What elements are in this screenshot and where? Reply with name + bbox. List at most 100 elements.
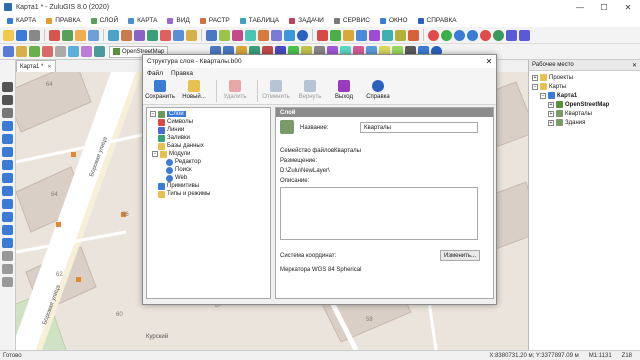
expand-icon[interactable]: + [548,119,554,126]
node-modules[interactable]: − Модули [150,150,270,158]
info-tool-icon[interactable] [2,186,13,196]
tab-map1[interactable]: Карта1 * ✕ [16,60,56,72]
paste-icon[interactable] [75,29,86,41]
new-button[interactable]: Новый... [179,80,209,100]
magnify-plus-icon[interactable] [2,147,13,157]
label-icon[interactable] [186,29,197,41]
change-crs-button[interactable]: Изменить... [440,250,480,261]
node-lines[interactable]: Линии [150,126,270,134]
pause-icon[interactable] [454,29,465,41]
filter-icon[interactable] [42,46,53,57]
cut-icon[interactable] [49,29,60,41]
open-icon[interactable] [3,29,14,41]
refresh-icon[interactable] [493,29,504,41]
tool-h-icon[interactable] [408,29,419,41]
node-symbols[interactable]: Символы [150,118,270,126]
delete-button[interactable]: Удалить [220,80,250,100]
collapse-icon[interactable]: − [540,92,546,99]
redo-button[interactable]: Вернуть [295,80,325,100]
dialog-close-button[interactable]: ✕ [482,57,496,66]
gps-icon[interactable] [284,29,295,41]
rect-select-icon[interactable] [2,108,13,118]
copy-icon[interactable] [62,29,73,41]
menu-window[interactable]: ОКНО [375,17,413,24]
node-editor[interactable]: Редактор [150,158,270,166]
visibility-icon[interactable] [68,46,79,57]
network-icon[interactable] [206,29,217,41]
search-tool-icon[interactable] [2,199,13,209]
exit-button[interactable]: Выход [329,80,359,100]
node-search[interactable]: Поиск [150,166,270,174]
tree-map1[interactable]: − Карта1 [532,91,640,100]
dialog-menu-edit[interactable]: Правка [171,70,193,77]
tree-projects[interactable]: + Проекты [532,73,640,82]
help-icon[interactable] [297,29,308,41]
help-button[interactable]: Справка [363,80,393,100]
node-icon[interactable] [2,134,13,144]
layer-select-icon[interactable] [2,121,13,131]
raster-icon[interactable] [121,29,132,41]
node-databases[interactable]: Базы данных [150,142,270,150]
tree-maps[interactable]: − Карты [532,82,640,91]
select-icon[interactable] [2,95,13,105]
layers-icon[interactable] [108,29,119,41]
close-button[interactable]: ✕ [616,0,640,14]
tool-c-icon[interactable] [343,29,354,41]
tool-d-icon[interactable] [356,29,367,41]
menu-raster[interactable]: РАСТР [195,17,235,24]
collapse-icon[interactable]: − [150,111,156,117]
select-layer-icon[interactable] [29,46,40,57]
arrow-left-icon[interactable] [519,29,530,41]
menu-file[interactable]: КАРТА [2,17,41,24]
magnify-minus-icon[interactable] [2,160,13,170]
pointer-icon[interactable] [2,82,13,92]
maximize-button[interactable]: ☐ [592,0,616,14]
tool-a-icon[interactable] [317,29,328,41]
table-icon[interactable] [134,29,145,41]
minimize-button[interactable]: — [568,0,592,14]
stop-red-icon[interactable] [480,29,491,41]
node-types[interactable]: Типы и режимы [150,190,270,198]
snap-icon[interactable] [16,46,27,57]
collapse-icon[interactable]: − [152,151,158,157]
tool-e-icon[interactable] [369,29,380,41]
arrow-right-icon[interactable] [506,29,517,41]
menu-help[interactable]: СПРАВКА [413,17,462,24]
zoom-window-icon[interactable] [2,173,13,183]
tab-close-icon[interactable]: ✕ [47,64,51,70]
tree-osm[interactable]: + OpenStreetMap [532,100,640,109]
query-icon[interactable] [147,29,158,41]
dialog-menu-file[interactable]: Файл [147,70,163,77]
calc-icon[interactable] [219,29,230,41]
globe-icon[interactable] [2,225,13,235]
description-textarea[interactable] [280,187,478,240]
tool-g-icon[interactable] [395,29,406,41]
undo-button[interactable]: Отменить [261,80,291,100]
menu-view[interactable]: ВИД [162,17,194,24]
tool-b-icon[interactable] [330,29,341,41]
record-icon[interactable] [428,29,439,41]
menu-service[interactable]: СЕРВИС [329,17,375,24]
order-icon[interactable] [94,46,105,57]
save-button[interactable]: Сохранить [145,80,175,100]
node-fills[interactable]: Заливки [150,134,270,142]
ruler-icon[interactable] [2,238,13,248]
node-layer[interactable]: − Слой [150,110,270,118]
theme-icon[interactable] [160,29,171,41]
tool-f-icon[interactable] [382,29,393,41]
menu-edit[interactable]: ПРАВКА [41,17,85,24]
collapse-icon[interactable]: − [532,83,538,90]
menu-tasks[interactable]: ЗАДАЧИ [284,17,329,24]
legend-icon[interactable] [173,29,184,41]
props-icon[interactable] [55,46,66,57]
save-icon[interactable] [16,29,27,41]
report-icon[interactable] [232,29,243,41]
area-icon[interactable] [258,29,269,41]
menu-table[interactable]: ТАБЛИЦА [235,17,284,24]
name-input[interactable]: Кварталы [360,122,478,133]
stop-icon[interactable] [467,29,478,41]
node-primitives[interactable]: Примитивы [150,182,270,190]
menu-layer[interactable]: СЛОЙ [86,17,123,24]
grid-icon[interactable] [3,46,14,57]
workspace-close-icon[interactable]: ✕ [632,62,637,69]
